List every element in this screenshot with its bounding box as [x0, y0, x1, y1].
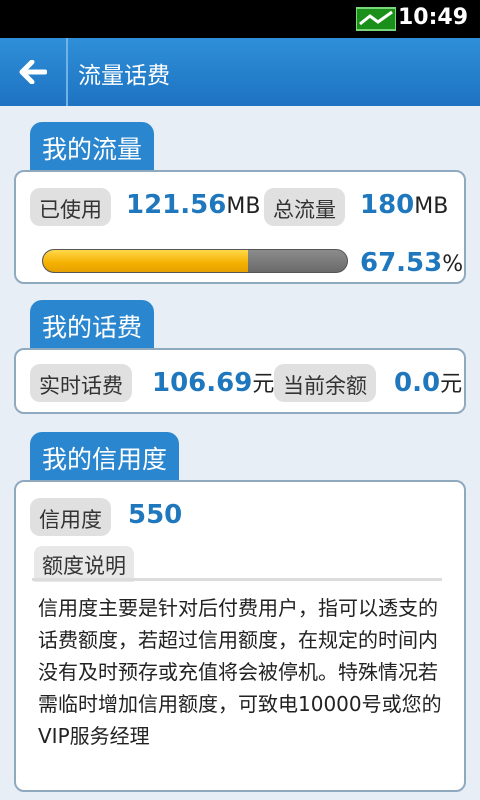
billing-panel: 实时话费 106.69元 当前余额 0.0元 [14, 348, 466, 414]
progress-percent: 67.53% [360, 248, 464, 278]
total-value: 180MB [360, 190, 449, 220]
balance-value: 0.0元 [394, 368, 463, 398]
title-divider [66, 38, 68, 106]
description-divider [32, 578, 442, 581]
credit-panel: 信用度 550 额度说明 信用度主要是针对后付费用户，指可以透支的话费额度，若超… [14, 480, 466, 792]
realtime-fee-label: 实时话费 [30, 364, 132, 402]
used-label: 已使用 [30, 188, 111, 226]
page-title: 流量话费 [78, 63, 170, 89]
back-button[interactable] [0, 38, 66, 106]
quota-description-label: 额度说明 [34, 546, 134, 582]
total-label: 总流量 [264, 188, 345, 226]
billing-section-tab: 我的话费 [30, 300, 155, 352]
traffic-panel: 已使用 121.56MB 总流量 180MB 67.53% [14, 170, 466, 284]
back-arrow-icon [19, 60, 47, 84]
balance-label: 当前余额 [274, 364, 376, 402]
status-bar: 10:49 [0, 0, 480, 38]
credit-section-tab: 我的信用度 [30, 432, 180, 484]
used-value: 121.56MB [126, 190, 261, 220]
main-content: 我的流量 已使用 121.56MB 总流量 180MB 67.53% 我的话费 … [0, 106, 480, 800]
status-time: 10:49 [397, 5, 468, 30]
title-bar: 流量话费 [0, 38, 480, 106]
signal-icon [356, 7, 396, 31]
realtime-fee-value: 106.69元 [152, 368, 275, 398]
traffic-progress-bar [42, 249, 348, 273]
traffic-section-tab: 我的流量 [30, 122, 155, 174]
credit-value: 550 [128, 500, 183, 530]
traffic-progress-fill [43, 250, 249, 272]
credit-description-text: 信用度主要是针对后付费用户，指可以透支的话费额度，若超过信用额度，在规定的时间内… [38, 596, 442, 748]
credit-label: 信用度 [30, 498, 111, 536]
